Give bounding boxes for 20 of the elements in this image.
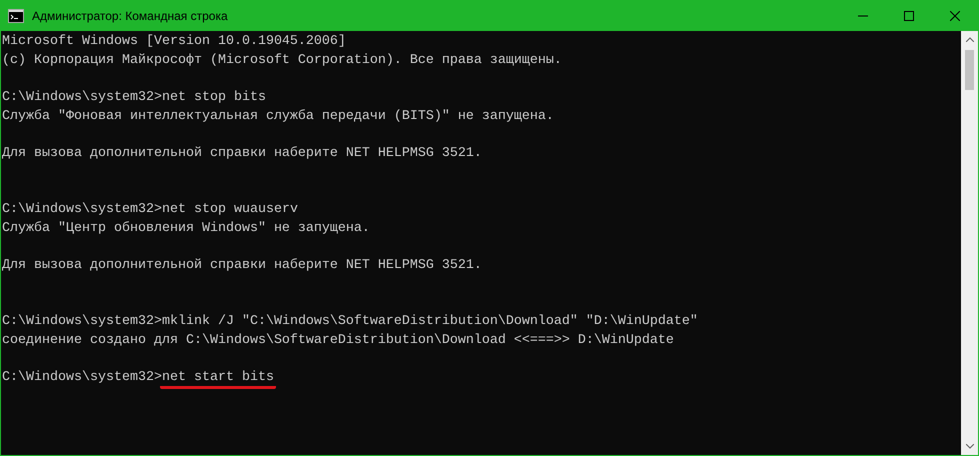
command-text: mklink /J "C:\Windows\SoftwareDistribution\Download" "D:\WinUpdate": [162, 313, 698, 332]
maximize-icon: [904, 11, 914, 21]
scrollbar[interactable]: [961, 31, 978, 455]
command-text: net stop wuauserv: [162, 201, 298, 220]
output-line: Служба "Фоновая интеллектуальная служба передачи (BITS)" не запущена.: [2, 108, 554, 124]
output-line: Для вызова дополнительной справки наберите NET HELPMSG 3521.: [2, 146, 482, 162]
output-line: Для вызова дополнительной справки наберите NET HELPMSG 3521.: [2, 258, 482, 274]
output-line: соединение создано для C:\Windows\SoftwareDistribution\Download <<===>> D:\WinUpdate: [2, 333, 674, 348]
command-prompt: C:\Windows\system32>: [2, 314, 162, 330]
output-line: Microsoft Windows [Version 10.0.19045.2006]: [2, 34, 346, 49]
command-prompt: C:\Windows\system32>: [2, 90, 162, 106]
command-prompt: C:\Windows\system32>: [2, 370, 162, 386]
output-line: Служба "Центр обновления Windows" не запущена.: [2, 220, 370, 236]
close-icon: [950, 11, 960, 21]
window-title: Администратор: Командная строка: [32, 9, 229, 23]
command-prompt: C:\Windows\system32>: [2, 202, 162, 218]
console-app-icon: [8, 8, 24, 24]
output-line: (c) Корпорация Майкрософт (Microsoft Corporation). Все права защищены.: [2, 52, 562, 68]
command-text: net stop bits: [162, 89, 266, 108]
scrollbar-thumb[interactable]: [965, 50, 974, 90]
